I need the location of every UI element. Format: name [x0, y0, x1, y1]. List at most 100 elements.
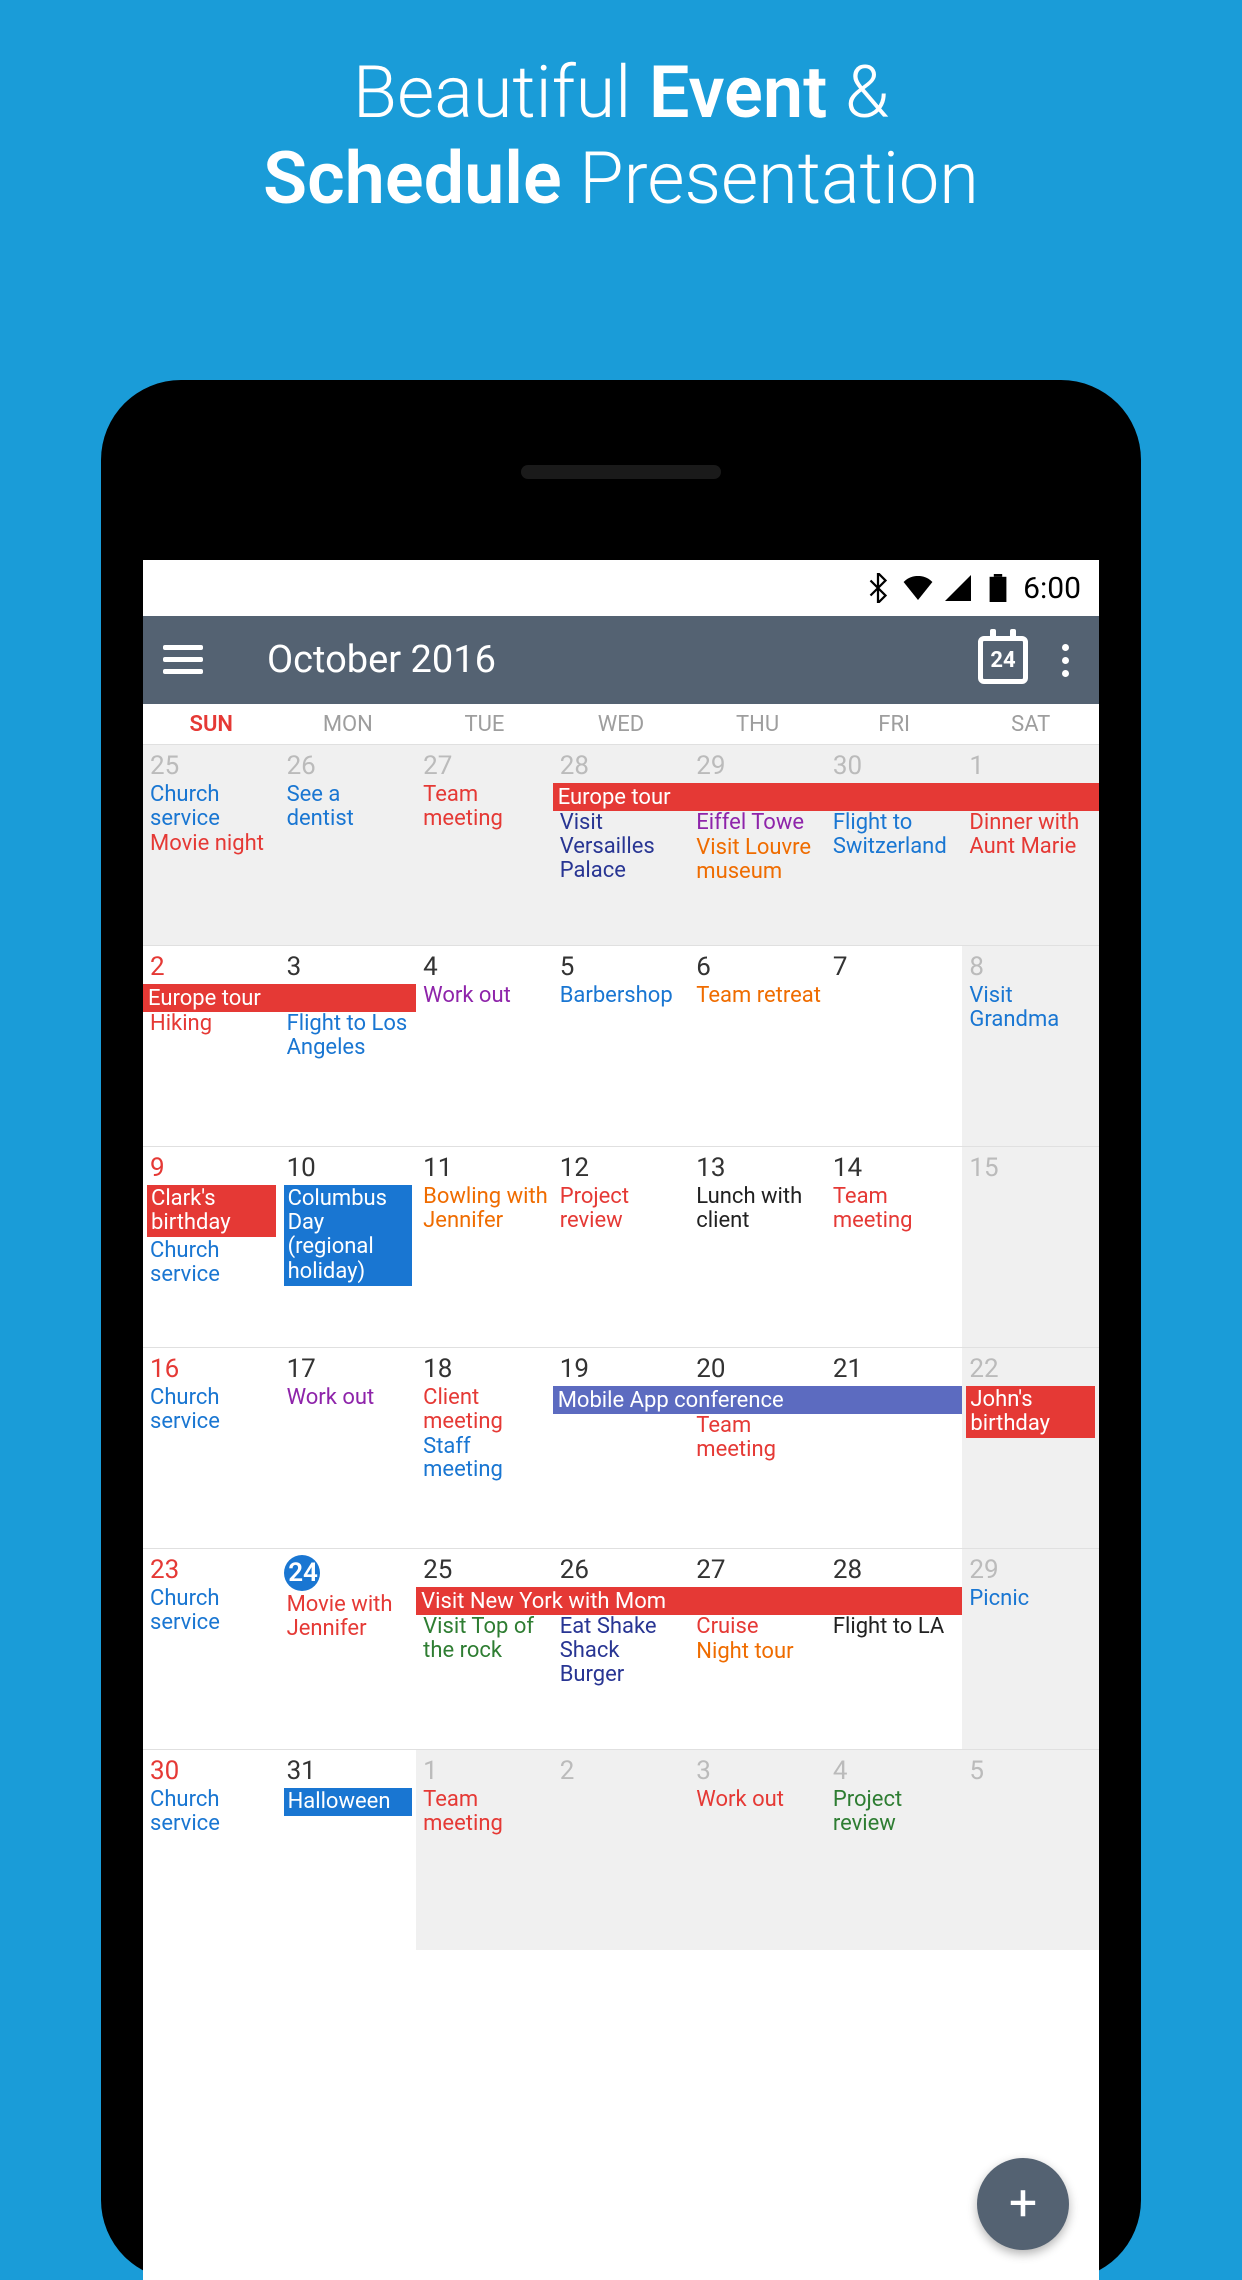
- event[interactable]: Church service: [147, 1788, 276, 1836]
- event[interactable]: Project review: [830, 1788, 959, 1836]
- calendar-cell[interactable]: 24Movie with Jennifer: [280, 1549, 417, 1749]
- event-badge[interactable]: Halloween: [284, 1788, 413, 1816]
- calendar-cell[interactable]: 4Project review: [826, 1750, 963, 1950]
- event-badge[interactable]: Clark's birthday: [147, 1185, 276, 1237]
- event[interactable]: Visit Louvre museum: [693, 836, 822, 884]
- calendar-cell[interactable]: 8Visit Grandma: [962, 946, 1099, 1146]
- event[interactable]: Night tour: [693, 1640, 822, 1664]
- event[interactable]: Church service: [147, 1239, 276, 1287]
- calendar-cell[interactable]: 3Work out: [689, 1750, 826, 1950]
- calendar-cell[interactable]: 2: [553, 1750, 690, 1950]
- calendar-cell[interactable]: 27Team meeting: [416, 745, 553, 945]
- calendar-cell[interactable]: 29Eiffel ToweVisit Louvre museum: [689, 745, 826, 945]
- event[interactable]: Work out: [420, 984, 549, 1008]
- event[interactable]: Flight to LA: [830, 1615, 959, 1639]
- event-band[interactable]: Europe tour: [143, 984, 416, 1012]
- calendar-cell[interactable]: 13Lunch with client: [689, 1147, 826, 1347]
- calendar-cell[interactable]: 6Team retreat: [689, 946, 826, 1146]
- event[interactable]: Team meeting: [420, 783, 549, 831]
- add-button[interactable]: +: [977, 2158, 1069, 2250]
- more-icon[interactable]: [1052, 644, 1079, 677]
- event[interactable]: Church service: [147, 1587, 276, 1635]
- event[interactable]: Picnic: [966, 1587, 1095, 1611]
- event-band[interactable]: Mobile App conference: [553, 1386, 963, 1414]
- event[interactable]: Project review: [557, 1185, 686, 1233]
- event-badge[interactable]: John's birthday: [966, 1386, 1095, 1438]
- calendar-cell[interactable]: 31Halloween: [280, 1750, 417, 1950]
- calendar-cell[interactable]: 30Church service: [143, 1750, 280, 1950]
- calendar-cell[interactable]: 1Team meeting: [416, 1750, 553, 1950]
- phone-speaker: [521, 465, 721, 479]
- event[interactable]: Team retreat: [693, 984, 822, 1008]
- battery-icon: [983, 573, 1013, 603]
- event[interactable]: Movie night: [147, 832, 276, 856]
- calendar-cell[interactable]: 15: [962, 1147, 1099, 1347]
- event[interactable]: Movie with Jennifer: [284, 1593, 413, 1641]
- calendar-cell[interactable]: 22John's birthday: [962, 1348, 1099, 1548]
- event[interactable]: Flight to Los Angeles: [284, 1012, 413, 1060]
- event[interactable]: Flight to Switzerland: [830, 811, 959, 859]
- event[interactable]: Dinner with Aunt Marie: [966, 811, 1095, 859]
- event[interactable]: Hiking: [147, 1012, 276, 1036]
- day-header-fri: FRI: [826, 704, 963, 744]
- date-number: 31: [284, 1756, 413, 1786]
- calendar-cell[interactable]: 12Project review: [553, 1147, 690, 1347]
- today-icon[interactable]: 24: [978, 636, 1028, 684]
- event[interactable]: Team meeting: [420, 1788, 549, 1836]
- event[interactable]: Cruise: [693, 1615, 822, 1639]
- calendar-cell[interactable]: 11Bowling with Jennifer: [416, 1147, 553, 1347]
- calendar-cell[interactable]: 28Flight to LA: [826, 1549, 963, 1749]
- calendar-cell[interactable]: 5: [962, 1750, 1099, 1950]
- calendar-cell[interactable]: 7: [826, 946, 963, 1146]
- calendar-cell[interactable]: 9Clark's birthdayChurch service: [143, 1147, 280, 1347]
- event-band[interactable]: Visit New York with Mom: [416, 1587, 962, 1615]
- event[interactable]: Church service: [147, 1386, 276, 1434]
- event[interactable]: Barbershop: [557, 984, 686, 1008]
- calendar-cell[interactable]: 20Team meeting: [689, 1348, 826, 1548]
- calendar-cell[interactable]: 5Barbershop: [553, 946, 690, 1146]
- event[interactable]: Staff meeting: [420, 1435, 549, 1483]
- event[interactable]: Eat Shake Shack Burger: [557, 1615, 686, 1686]
- calendar-cell[interactable]: 21: [826, 1348, 963, 1548]
- calendar-cell[interactable]: 4Work out: [416, 946, 553, 1146]
- event[interactable]: Visit Top of the rock: [420, 1615, 549, 1663]
- app-bar: October 2016 24: [143, 616, 1099, 704]
- calendar-cell[interactable]: 29Picnic: [962, 1549, 1099, 1749]
- calendar-cell[interactable]: 2Hiking: [143, 946, 280, 1146]
- event[interactable]: Lunch with client: [693, 1185, 822, 1233]
- calendar-cell[interactable]: 28Visit Versailles Palace: [553, 745, 690, 945]
- calendar-cell[interactable]: 18Client meetingStaff meeting: [416, 1348, 553, 1548]
- event[interactable]: Work out: [693, 1788, 822, 1812]
- calendar-cell[interactable]: 1 Dinner with Aunt Marie: [962, 745, 1099, 945]
- calendar-cell[interactable]: 23Church service: [143, 1549, 280, 1749]
- screen: 6:00 October 2016 24 SUNMONTUEWEDTHUFRIS…: [143, 560, 1099, 2280]
- calendar-cell[interactable]: 10Columbus Day (regional holiday): [280, 1147, 417, 1347]
- event[interactable]: Team meeting: [693, 1414, 822, 1462]
- event[interactable]: Team meeting: [830, 1185, 959, 1233]
- calendar-cell[interactable]: 30Flight to Switzerland: [826, 745, 963, 945]
- calendar-cell[interactable]: 27CruiseNight tour: [689, 1549, 826, 1749]
- event[interactable]: See a dentist: [284, 783, 413, 831]
- event[interactable]: Work out: [284, 1386, 413, 1410]
- event[interactable]: Eiffel Towe: [693, 811, 822, 835]
- calendar-cell[interactable]: 25Church serviceMovie night: [143, 745, 280, 945]
- event[interactable]: Visit Versailles Palace: [557, 811, 686, 882]
- calendar-cell[interactable]: 26Eat Shake Shack Burger: [553, 1549, 690, 1749]
- event-band[interactable]: Europe tour: [553, 783, 1099, 811]
- event[interactable]: Bowling with Jennifer: [420, 1185, 549, 1233]
- calendar-cell[interactable]: 25Visit Top of the rock: [416, 1549, 553, 1749]
- date-number: 24: [284, 1555, 320, 1591]
- calendar-cell[interactable]: 19: [553, 1348, 690, 1548]
- menu-icon[interactable]: [163, 645, 203, 675]
- calendar-cell[interactable]: 3Flight to Los Angeles: [280, 946, 417, 1146]
- date-number: 1: [966, 751, 1095, 781]
- event[interactable]: Client meeting: [420, 1386, 549, 1434]
- event-badge[interactable]: Columbus Day (regional holiday): [284, 1185, 413, 1286]
- event[interactable]: Visit Grandma: [966, 984, 1095, 1032]
- event[interactable]: Church service: [147, 783, 276, 831]
- app-title[interactable]: October 2016: [227, 638, 954, 682]
- calendar-cell[interactable]: 17Work out: [280, 1348, 417, 1548]
- calendar-cell[interactable]: 26See a dentist: [280, 745, 417, 945]
- calendar-cell[interactable]: 16Church service: [143, 1348, 280, 1548]
- calendar-cell[interactable]: 14Team meeting: [826, 1147, 963, 1347]
